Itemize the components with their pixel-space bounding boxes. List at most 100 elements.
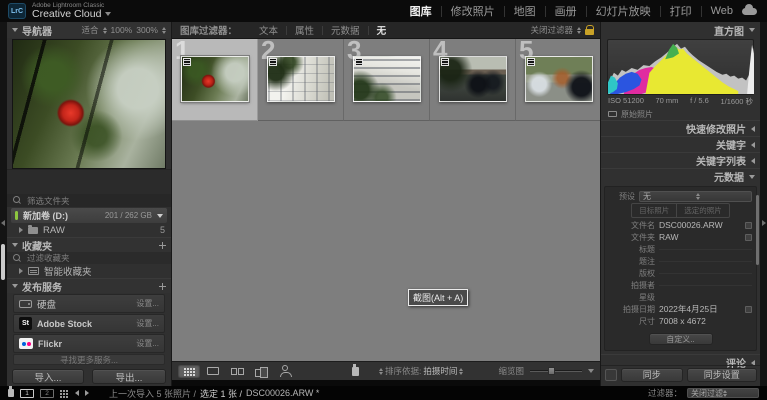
- grid-cell-selected[interactable]: 1: [172, 39, 258, 121]
- thumbnail-badge-icon[interactable]: [269, 58, 277, 66]
- thumbnail-badge-icon[interactable]: [355, 58, 363, 66]
- thumbnail-badge-icon[interactable]: [441, 58, 449, 66]
- module-tab-slideshow[interactable]: 幻灯片放映: [596, 3, 651, 19]
- sort-value-dropdown[interactable]: 拍摄时间: [423, 365, 457, 377]
- collection-filter-input[interactable]: 过滤收藏夹: [7, 252, 171, 264]
- histogram-header[interactable]: 直方图: [601, 22, 760, 38]
- grid-view-area[interactable]: 1 2 3 4 5 截图(Alt + A): [172, 39, 600, 361]
- folder-item-raw[interactable]: RAW 5: [7, 223, 171, 237]
- collection-expand-icon[interactable]: [19, 268, 23, 274]
- service-settings-link[interactable]: 设置...: [136, 318, 159, 329]
- right-panel-scrollbar[interactable]: [756, 195, 759, 265]
- loupe-view-button[interactable]: [202, 365, 224, 378]
- thumbnail-size-slider[interactable]: [530, 370, 582, 372]
- smart-collections-item[interactable]: 智能收藏夹: [7, 264, 171, 278]
- main-window-button[interactable]: 1: [20, 389, 34, 398]
- grid-cell[interactable]: 4: [430, 39, 516, 121]
- module-tab-book[interactable]: 画册: [555, 3, 577, 19]
- account-chevron-icon[interactable]: [105, 12, 111, 16]
- keyword-list-header[interactable]: 关键字列表: [601, 152, 760, 168]
- autosync-toggle-icon[interactable]: [605, 369, 617, 381]
- photo-thumbnail[interactable]: [181, 56, 249, 102]
- filter-preset-dropdown[interactable]: 关闭过滤器: [530, 24, 573, 36]
- grid-view-button[interactable]: [178, 365, 200, 378]
- right-panel-edge[interactable]: [760, 22, 767, 386]
- field-action-icon[interactable]: [745, 234, 752, 241]
- volume-chevron-icon[interactable]: [157, 214, 163, 218]
- go-forward-icon[interactable]: [85, 390, 89, 396]
- publish-service-adobestock[interactable]: St Adobe Stock 设置...: [13, 314, 165, 333]
- original-photo-row[interactable]: 原始照片: [601, 108, 760, 120]
- painter-spray-icon[interactable]: [8, 389, 14, 397]
- volume-browser[interactable]: 新加卷 (D:) 201 / 262 GB: [11, 208, 167, 223]
- module-tab-library[interactable]: 图库: [410, 3, 432, 19]
- filter-lock-icon[interactable]: [585, 29, 594, 35]
- add-collection-icon[interactable]: [159, 242, 166, 249]
- toolbar-options-chevron-icon[interactable]: [588, 369, 594, 373]
- histogram-canvas[interactable]: [607, 39, 754, 95]
- photo-thumbnail[interactable]: [353, 56, 421, 102]
- navigator-zoom-300[interactable]: 300%: [136, 25, 158, 35]
- photo-thumbnail[interactable]: [525, 56, 593, 102]
- metadata-preset-dropdown[interactable]: 无: [639, 191, 752, 202]
- metadata-header[interactable]: 默认值 元数据: [601, 168, 760, 184]
- collections-header[interactable]: 收藏夹: [7, 237, 171, 252]
- publish-service-flickr[interactable]: Flickr 设置...: [13, 334, 165, 353]
- field-action-icon[interactable]: [745, 306, 752, 313]
- sync-settings-button[interactable]: 同步设置: [687, 368, 757, 382]
- selected-photos-button[interactable]: 选定的照片: [677, 203, 730, 218]
- filter-attribute-option[interactable]: 属性: [295, 23, 314, 37]
- service-settings-link[interactable]: 设置...: [136, 338, 159, 349]
- quick-develop-header[interactable]: 默认值 快速修改照片: [601, 120, 760, 136]
- left-panel-edge[interactable]: [0, 22, 7, 386]
- photo-thumbnail[interactable]: [267, 56, 335, 102]
- back-to-grid-icon[interactable]: [60, 390, 62, 392]
- people-view-button[interactable]: [274, 365, 296, 378]
- target-photo-button[interactable]: 目标照片: [631, 203, 677, 218]
- export-button[interactable]: 导出...: [92, 369, 166, 384]
- sync-button[interactable]: 同步: [621, 368, 683, 382]
- left-panel-collapse-arrow-icon[interactable]: [1, 220, 5, 226]
- add-publish-service-icon[interactable]: [159, 283, 166, 290]
- left-panel-scrollbar[interactable]: [1, 244, 5, 280]
- import-button[interactable]: 导入...: [12, 369, 84, 384]
- compare-view-button[interactable]: [226, 365, 248, 378]
- zoom-spinner-icon[interactable]: [162, 27, 166, 34]
- folder-filter-input[interactable]: 筛选文件夹: [7, 194, 171, 207]
- navigator-zoom-100[interactable]: 100%: [111, 25, 133, 35]
- module-tab-web[interactable]: Web: [711, 5, 733, 17]
- painter-tool-icon[interactable]: [352, 367, 359, 376]
- grid-cell[interactable]: 3: [344, 39, 430, 121]
- thumbnail-badge-icon[interactable]: [183, 58, 191, 66]
- customize-metadata-button[interactable]: 自定义..: [649, 333, 713, 345]
- publish-services-header[interactable]: 发布服务: [7, 278, 171, 293]
- grid-cell[interactable]: 2: [258, 39, 344, 121]
- thumbnail-badge-icon[interactable]: [527, 58, 535, 66]
- go-back-icon[interactable]: [75, 390, 79, 396]
- grid-cell[interactable]: 5: [516, 39, 600, 121]
- field-action-icon[interactable]: [745, 222, 752, 229]
- find-more-services-button[interactable]: 寻找更多服务...: [13, 354, 165, 365]
- keywords-header[interactable]: 关键字: [601, 136, 760, 152]
- sort-direction-icon[interactable]: [379, 368, 383, 375]
- creative-cloud-sync-icon[interactable]: [742, 8, 757, 15]
- second-window-button[interactable]: 2: [40, 389, 54, 398]
- survey-view-button[interactable]: [250, 365, 272, 378]
- service-settings-link[interactable]: 设置...: [136, 298, 159, 309]
- filmstrip-filter-dropdown[interactable]: 关闭过滤器: [687, 388, 759, 398]
- navigator-fit-option[interactable]: 适合: [81, 24, 98, 36]
- module-tab-print[interactable]: 打印: [670, 3, 692, 19]
- right-panel-collapse-arrow-icon[interactable]: [762, 220, 766, 226]
- slider-handle[interactable]: [548, 367, 555, 375]
- fit-spinner-icon[interactable]: [103, 27, 107, 34]
- navigator-header[interactable]: 导航器 适合 100% 300%: [7, 22, 171, 38]
- photo-thumbnail[interactable]: [439, 56, 507, 102]
- filmstrip-source-text[interactable]: 上一次导入 5 张照片 /: [109, 387, 196, 400]
- filter-none-option[interactable]: 无: [377, 23, 387, 37]
- filter-preset-spinner-icon[interactable]: [577, 27, 581, 34]
- module-tab-map[interactable]: 地图: [514, 3, 536, 19]
- sort-spinner-icon[interactable]: [459, 368, 463, 375]
- module-tab-develop[interactable]: 修改照片: [451, 3, 495, 19]
- folder-expand-icon[interactable]: [19, 227, 23, 233]
- publish-service-harddrive[interactable]: 硬盘 设置...: [13, 294, 165, 313]
